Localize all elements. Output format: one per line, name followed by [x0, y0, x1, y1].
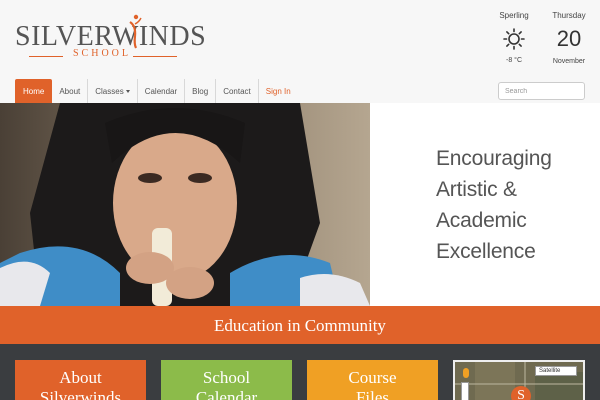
feature-tiles: About Silverwinds School Calendar Course… — [0, 344, 600, 400]
weather-widget: Sperling -8 °C — [494, 10, 534, 70]
logo-dancer-icon — [129, 14, 142, 49]
tile-school-calendar[interactable]: School Calendar — [161, 360, 292, 400]
main-nav: Home About Classes Calendar Blog Contact… — [15, 79, 298, 103]
map-zoom-control[interactable] — [461, 382, 469, 400]
tagline-line: Excellence — [436, 240, 536, 263]
date-month: November — [552, 58, 586, 65]
logo-rule-right — [133, 56, 177, 57]
tagline-line: Artistic & — [436, 178, 517, 201]
date-widget: Thursday 20 November — [545, 10, 593, 65]
community-banner: Education in Community — [0, 306, 600, 344]
nav-sign-in[interactable]: Sign In — [259, 79, 298, 103]
search-input[interactable] — [498, 82, 585, 100]
weather-temperature: -8 °C — [505, 57, 523, 64]
logo-rule-left — [29, 56, 63, 57]
site-header: SILVERWINDS SCHOOL Sperling -8 °C Thursd… — [0, 0, 600, 103]
hero-section: Encouraging Artistic & Academic Excellen… — [0, 103, 600, 306]
caret-down-icon — [125, 89, 130, 93]
date-weekday: Thursday — [552, 11, 586, 20]
tile-title-line: School — [202, 368, 251, 387]
nav-home[interactable]: Home — [15, 79, 53, 103]
location-map[interactable]: Satellite S — [453, 360, 585, 400]
nav-calendar[interactable]: Calendar — [138, 79, 186, 103]
tile-title-line: Course — [348, 368, 397, 387]
logo-subtitle: SCHOOL — [73, 48, 132, 59]
tile-title-line: About — [59, 368, 102, 387]
nav-about[interactable]: About — [52, 79, 89, 103]
date-day-number: 20 — [556, 26, 582, 51]
hero-photo — [0, 103, 370, 306]
nav-classes-label: Classes — [95, 86, 124, 96]
tile-about-silverwinds[interactable]: About Silverwinds — [15, 360, 146, 400]
tile-title-line: Calendar — [195, 388, 258, 400]
tagline-line: Academic — [436, 209, 527, 232]
weather-city: Sperling — [499, 11, 529, 20]
nav-contact[interactable]: Contact — [216, 79, 259, 103]
nav-classes[interactable]: Classes — [88, 79, 138, 103]
school-location-marker[interactable]: S — [511, 386, 531, 400]
street-view-pegman-icon[interactable] — [463, 368, 469, 378]
tile-course-files[interactable]: Course Files — [307, 360, 438, 400]
hero-tagline: Encouraging Artistic & Academic Excellen… — [436, 143, 586, 267]
tile-title-line: Files — [355, 388, 390, 400]
tile-title-line: Silverwinds — [39, 388, 122, 400]
tagline-line: Encouraging — [436, 147, 552, 170]
site-logo[interactable]: SILVERWINDS SCHOOL — [15, 14, 206, 62]
girl-playing-recorder-image — [0, 103, 370, 306]
sun-icon — [503, 28, 525, 50]
map-type-select[interactable]: Satellite — [535, 366, 577, 376]
banner-heading: Education in Community — [214, 315, 386, 335]
nav-blog[interactable]: Blog — [185, 79, 217, 103]
